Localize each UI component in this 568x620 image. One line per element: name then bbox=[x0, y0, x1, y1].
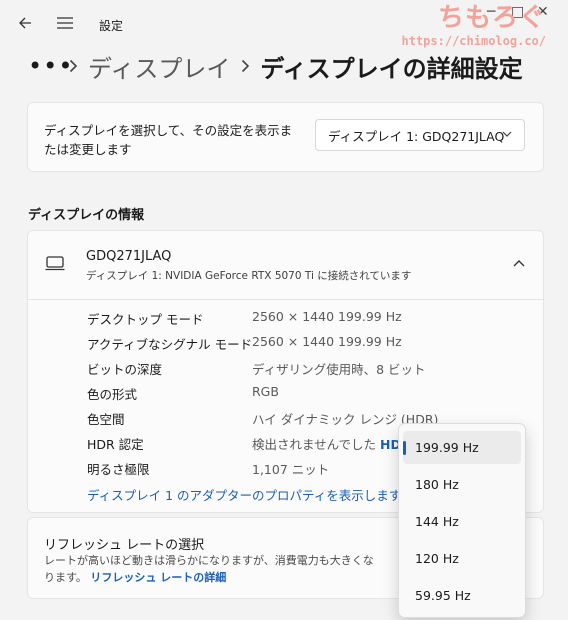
breadcrumb-overflow[interactable]: ••• bbox=[28, 52, 72, 80]
breadcrumb: ••• ディスプレイ ディスプレイの詳細設定 bbox=[28, 46, 523, 86]
refresh-rate-option[interactable]: 144 Hz bbox=[403, 505, 521, 538]
refresh-rate-description: レートが高いほど動きは滑らかになりますが、消費電力も大きくなります。 リフレッシ… bbox=[44, 552, 374, 586]
display-select-value: ディスプレイ 1: GDQ271JLAQ bbox=[328, 128, 505, 144]
back-arrow-icon bbox=[19, 17, 31, 29]
info-label: 明るさ極限 bbox=[87, 462, 150, 477]
menu-button[interactable] bbox=[51, 9, 79, 37]
refresh-rate-option[interactable]: 120 Hz bbox=[403, 542, 521, 575]
refresh-rate-flyout: 199.99 Hz 180 Hz 144 Hz 120 Hz 59.95 Hz bbox=[398, 423, 526, 618]
info-label: HDR 認定 bbox=[87, 437, 144, 452]
display-info-header[interactable]: GDQ271JLAQ ディスプレイ 1: NVIDIA GeForce RTX … bbox=[28, 231, 543, 300]
chevron-up-icon[interactable] bbox=[513, 259, 525, 267]
section-title: ディスプレイの情報 bbox=[28, 208, 145, 223]
breadcrumb-parent[interactable]: ディスプレイ bbox=[88, 49, 230, 84]
refresh-rate-option[interactable]: 59.95 Hz bbox=[403, 579, 521, 612]
info-label: デスクトップ モード bbox=[87, 312, 204, 327]
info-row: ビットの深度 ディザリング使用時、8 ビット bbox=[87, 359, 527, 381]
chevron-right-icon bbox=[230, 59, 260, 73]
chevron-right-icon bbox=[58, 59, 88, 73]
refresh-rate-link[interactable]: リフレッシュ レートの詳細 bbox=[90, 571, 226, 584]
hdr-status-text: 検出されませんでした bbox=[252, 437, 377, 452]
watermark: ちもろぐ https://chimolog.co/ bbox=[402, 2, 547, 48]
info-label: ビットの深度 bbox=[87, 362, 163, 377]
refresh-rate-option[interactable]: 199.99 Hz bbox=[403, 431, 521, 464]
info-value: 2560 × 1440 199.99 Hz bbox=[252, 334, 402, 349]
info-value: 2560 × 1440 199.99 Hz bbox=[252, 309, 402, 324]
select-display-description: ディスプレイを選択して、その設定を表示または変更します bbox=[44, 123, 293, 157]
back-button[interactable] bbox=[11, 9, 39, 37]
info-value: RGB bbox=[252, 384, 279, 399]
info-label: アクティブなシグナル モード bbox=[87, 337, 253, 352]
monitor-subtitle: ディスプレイ 1: NVIDIA GeForce RTX 5070 Ti に接続… bbox=[86, 270, 412, 282]
title-bar: 設定 ─ □ ✕ ちもろぐ https://chimolog.co/ bbox=[0, 0, 568, 48]
refresh-rate-title: リフレッシュ レートの選択 bbox=[44, 538, 205, 553]
info-row: アクティブなシグナル モード 2560 × 1440 199.99 Hz bbox=[87, 334, 527, 356]
info-label: 色の形式 bbox=[87, 387, 138, 402]
info-row: デスクトップ モード 2560 × 1440 199.99 Hz bbox=[87, 309, 527, 331]
hamburger-icon bbox=[57, 17, 73, 29]
watermark-logo: ちもろぐ bbox=[437, 3, 546, 33]
display-select[interactable]: ディスプレイ 1: GDQ271JLAQ bbox=[315, 119, 525, 151]
info-value: ディザリング使用時、8 ビット bbox=[252, 362, 426, 377]
select-display-card: ディスプレイを選択して、その設定を表示または変更します ディスプレイ 1: GD… bbox=[27, 102, 544, 172]
refresh-rate-option[interactable]: 180 Hz bbox=[403, 468, 521, 501]
page-title: ディスプレイの詳細設定 bbox=[260, 54, 523, 83]
chevron-down-icon bbox=[502, 131, 512, 137]
monitor-name: GDQ271JLAQ bbox=[86, 249, 172, 264]
app-title: 設定 bbox=[99, 19, 124, 33]
info-value: 1,107 ニット bbox=[252, 462, 330, 477]
adapter-properties-link[interactable]: ディスプレイ 1 のアダプターのプロパティを表示します bbox=[87, 485, 401, 504]
monitor-icon bbox=[45, 256, 65, 271]
info-value: 検出されませんでした HDR bbox=[252, 434, 410, 453]
info-row: 色の形式 RGB bbox=[87, 384, 527, 406]
info-label: 色空間 bbox=[87, 412, 125, 427]
